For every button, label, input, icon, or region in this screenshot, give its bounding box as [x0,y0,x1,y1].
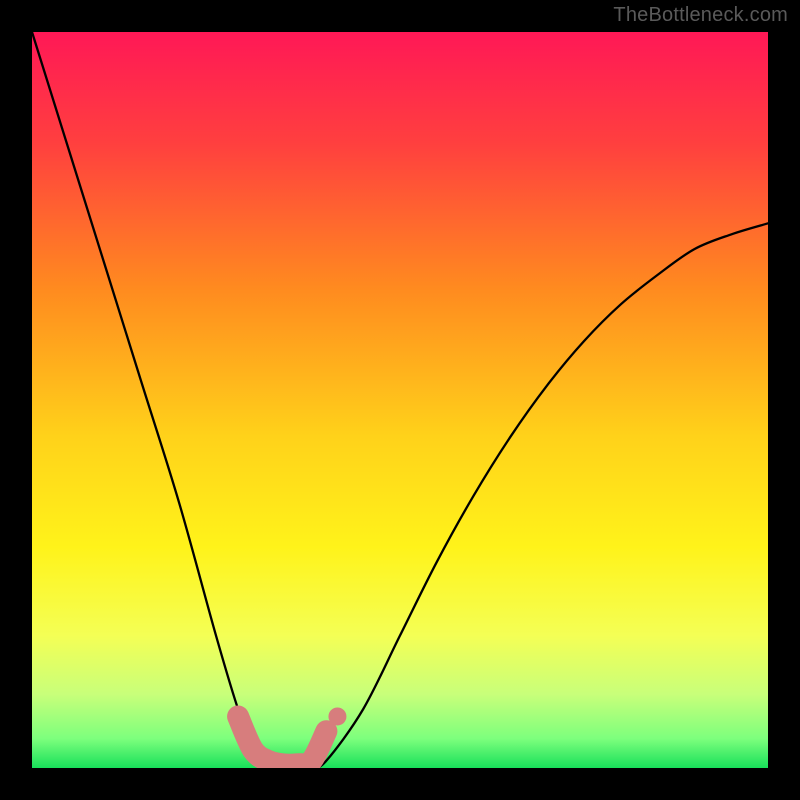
watermark-text: TheBottleneck.com [613,4,788,27]
plot-area [32,32,768,768]
chart-canvas: TheBottleneck.com [0,0,800,800]
optimal-range-endpoint [328,707,346,725]
optimal-range-highlight [238,716,326,764]
bottleneck-curve-layer [32,32,768,768]
bottleneck-curve [32,32,768,768]
